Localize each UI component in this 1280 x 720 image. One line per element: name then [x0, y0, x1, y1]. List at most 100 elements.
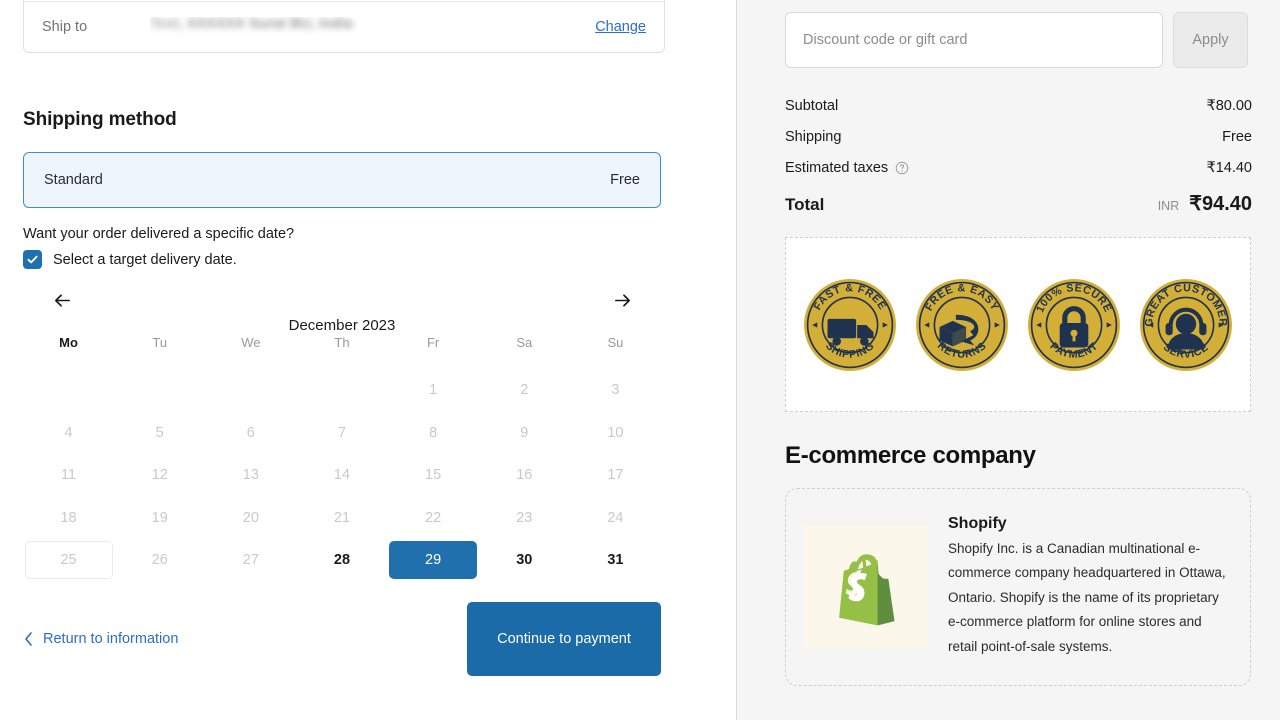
- target-delivery-date-label: Select a target delivery date.: [53, 251, 237, 268]
- calendar-day-6: 6: [246, 424, 255, 441]
- calendar-day-17: 17: [607, 467, 624, 484]
- calendar-day-23: 23: [516, 509, 533, 526]
- checkout-main-column: Ship to Test, XXXXXX Surat BU, India Cha…: [0, 0, 737, 720]
- shipping-option-standard[interactable]: Standard Free: [23, 152, 661, 208]
- calendar-day-7: 7: [337, 424, 347, 441]
- calendar-cell: 24: [570, 497, 661, 540]
- calendar-cell: 20: [205, 497, 296, 540]
- calendar-day-2: 2: [520, 382, 529, 399]
- help-circle-icon[interactable]: [895, 161, 909, 175]
- total-label: Total: [785, 195, 825, 214]
- calendar-day-29[interactable]: 29: [389, 541, 478, 580]
- calendar-day-19: 19: [151, 509, 168, 526]
- calendar-next-month-button[interactable]: [607, 285, 637, 315]
- ship-to-label: Ship to: [42, 19, 88, 35]
- discount-row: Apply: [785, 12, 1252, 68]
- ship-to-row: Ship to Test, XXXXXX Surat BU, India Cha…: [24, 2, 664, 52]
- calendar-day-24: 24: [607, 509, 624, 526]
- calendar-cell: 13: [205, 454, 296, 497]
- summary-label: Estimated taxes: [785, 160, 909, 176]
- calendar-day-headers: Mo Tu We Th Fr Sa Su: [23, 329, 661, 357]
- shipping-address-card: Ship to Test, XXXXXX Surat BU, India Cha…: [23, 0, 665, 53]
- calendar-cell: 3: [570, 369, 661, 412]
- summary-row: Shipping Free: [785, 121, 1252, 152]
- calendar-cell: 31: [570, 539, 661, 582]
- calendar-day-empty: [207, 371, 295, 409]
- calendar-day-30[interactable]: 30: [480, 541, 568, 579]
- calendar-day-15: 15: [425, 467, 442, 484]
- calendar-day-8: 8: [429, 424, 438, 441]
- trust-badge-lock: 100% SECURE PAYMENT: [1027, 278, 1121, 372]
- calendar-day-10: 10: [607, 424, 624, 441]
- total-currency: INR: [1157, 199, 1180, 213]
- calendar-dow-sa: Sa: [516, 335, 533, 350]
- target-delivery-date-checkbox[interactable]: [23, 250, 42, 269]
- calendar-day-9: 9: [520, 424, 529, 441]
- calendar-day-grid: 1 2 3 4 5 6 7 8 9 10 11 12 13 14 15 16 17 18 19 20 21 22 23 24 2…: [23, 369, 661, 582]
- calendar-dow-su: Su: [607, 335, 624, 350]
- continue-to-payment-button[interactable]: Continue to payment: [467, 601, 661, 676]
- lock-icon: 100% SECUREPAYMENT: [1028, 278, 1120, 371]
- calendar-day-4: 4: [64, 424, 73, 441]
- summary-label: Shipping: [785, 129, 841, 145]
- calendar-day-26: 26: [151, 552, 168, 569]
- apply-discount-button[interactable]: Apply: [1173, 12, 1248, 68]
- calendar-cell: 7: [296, 412, 387, 455]
- calendar-day-empty: [298, 371, 386, 409]
- calendar-cell: 29: [388, 539, 479, 582]
- summary-label-text: Estimated taxes: [785, 159, 889, 176]
- calendar-cell: 8: [388, 412, 479, 455]
- trust-badges-card: FAST & FREE SHIPPING FREE & EASY RETURNS 100…: [785, 237, 1251, 412]
- ecommerce-company-heading: E-commerce company: [785, 442, 1036, 469]
- return-box-icon: FREE & EASYRETURNS: [916, 278, 1008, 371]
- order-totals: Subtotal ₹80.00 Shipping Free Estimated taxe…: [785, 90, 1252, 216]
- summary-label: Subtotal: [785, 98, 838, 114]
- trust-badge-return-box: FREE & EASY RETURNS: [915, 278, 1009, 372]
- calendar-prev-month-button[interactable]: [47, 285, 77, 315]
- headset-agent-icon: GREAT CUSTOMERSERVICE: [1140, 278, 1232, 371]
- calendar-cell: 2: [479, 369, 570, 412]
- checkout-page: Ship to Test, XXXXXX Surat BU, India Cha…: [0, 0, 1280, 720]
- return-to-information-link[interactable]: Return to information: [23, 631, 178, 647]
- delivery-date-calendar: December 2023 Mo Tu We Th Fr Sa Su 1 2 3 4 5 6 7 8 9 10…: [23, 283, 661, 582]
- calendar-cell: 9: [479, 412, 570, 455]
- calendar-cell: 17: [570, 454, 661, 497]
- calendar-cell: 1: [388, 369, 479, 412]
- calendar-day-20: 20: [242, 509, 259, 526]
- calendar-cell: 23: [479, 497, 570, 540]
- shipping-option-price: Free: [610, 172, 640, 188]
- calendar-dow-tu: Tu: [152, 335, 168, 350]
- chevron-left-icon: [25, 631, 32, 646]
- summary-value: Free: [1222, 128, 1252, 145]
- total-row: Total INR ₹94.40: [785, 191, 1252, 216]
- calendar-day-31[interactable]: 31: [571, 541, 659, 579]
- summary-row: Estimated taxes ₹14.40: [785, 152, 1252, 183]
- target-delivery-date-checkbox-row[interactable]: Select a target delivery date.: [23, 250, 667, 269]
- discount-code-input[interactable]: [785, 12, 1163, 68]
- calendar-cell: 27: [205, 539, 296, 582]
- calendar-day-1: 1: [429, 382, 438, 399]
- calendar-cell: 25: [23, 539, 114, 582]
- calendar-cell: 6: [205, 412, 296, 455]
- calendar-day-25: 25: [24, 541, 113, 580]
- calendar-dow-th: Th: [334, 335, 350, 350]
- truck-icon: FAST & FREESHIPPING: [804, 278, 896, 371]
- calendar-dow-we: We: [241, 335, 261, 350]
- calendar-day-13: 13: [242, 467, 259, 484]
- calendar-day-28[interactable]: 28: [298, 541, 386, 579]
- calendar-cell: 30: [479, 539, 570, 582]
- calendar-day-14: 14: [333, 467, 351, 484]
- trust-badge-truck: FAST & FREE SHIPPING: [803, 278, 897, 372]
- summary-label-text: Subtotal: [785, 97, 839, 114]
- summary-value: ₹14.40: [1206, 159, 1252, 176]
- calendar-cell: 4: [23, 412, 114, 455]
- shopify-info-card: Shopify Shopify Inc. is a Canadian multi…: [785, 488, 1251, 686]
- change-address-link[interactable]: Change: [595, 19, 646, 35]
- check-icon: [27, 255, 38, 264]
- calendar-day-18: 18: [60, 509, 77, 526]
- arrow-right-icon: [614, 293, 630, 307]
- calendar-day-empty: [25, 371, 113, 409]
- calendar-dow-mo: Mo: [59, 335, 78, 350]
- calendar-cell: 12: [114, 454, 205, 497]
- calendar-cell: 14: [296, 454, 387, 497]
